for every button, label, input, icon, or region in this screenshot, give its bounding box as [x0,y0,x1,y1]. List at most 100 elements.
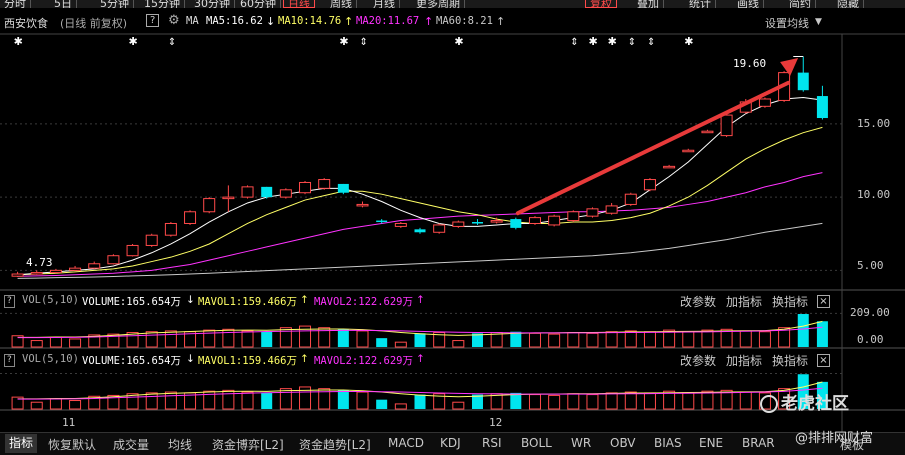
event-marker-icon: ⇕ [628,37,636,48]
vol1-volume-bar [145,331,158,348]
vol1-volume-bar [241,330,254,348]
vol1-volume-bar [682,331,695,348]
vol1-volume-bar [394,341,407,348]
price-tick-10: 10.00 [857,188,891,201]
vol2-volume-bar [279,388,292,410]
vol1-volume-bar [739,330,752,348]
vol1-volume-bar [164,330,177,348]
candle-body [107,255,120,265]
kline-chart[interactable]: ✱ ✱ ✱ ✱ ✱ ✱ ✱ ⇕ ⇕ ⇕ ⇕ ⇕ [0,0,905,432]
candle-body [567,211,580,222]
vol1-volume-bar [548,333,561,348]
candle-body [471,222,483,224]
tab-fund-game[interactable]: 资金博弈[L2] [212,436,284,453]
candle-body [586,208,599,217]
vol1-volume-bar [261,331,273,347]
candle-body [203,198,216,213]
tab-macd[interactable]: MACD [388,436,424,450]
candle-body [184,211,197,224]
vol2-volume-bar [739,391,752,410]
tab-rsi[interactable]: RSI [482,436,502,450]
vol2-volume-bar [624,391,637,410]
watermark-top: 老虎社区 [760,389,849,414]
star-marker-icon: ✱ [129,35,138,48]
vol1-volume-bar [586,332,599,348]
tiger-logo-icon [760,395,778,413]
tab-kdj[interactable]: KDJ [440,436,461,450]
tab-obv[interactable]: OBV [610,436,636,450]
ma20-line [17,172,823,277]
candle-body [126,244,139,257]
month-label-nov: 11 [62,416,76,429]
vol1-volume-bar [510,331,522,347]
watermark-bottom: @排排网财富 [795,431,874,446]
low-price-label: 4.73 [26,256,53,269]
candle-body [356,203,369,207]
candle-body [816,96,828,119]
candle-body [605,205,618,214]
vol2-volume-bar [49,398,62,410]
tab-fund-trend[interactable]: 资金趋势[L2] [299,436,371,453]
star-marker-icon: ✱ [588,35,597,48]
vol2-volume-bar [701,390,714,410]
candle-body [643,179,656,191]
candle-body [663,165,676,169]
vol1-volume-bar [605,331,618,348]
vol1-volume-bar [816,321,828,347]
vol1-volume-bar [643,331,656,348]
vol2-volume-bar [643,392,656,410]
vol1-volume-bar [624,330,637,348]
candle-body [720,114,733,137]
vol2-volume-bar [145,392,158,410]
tab-reset-default[interactable]: 恢复默认 [48,436,96,453]
vol1-volume-bar [376,338,388,347]
indicator-tab-bar: 指标 恢复默认 成交量 均线 资金博弈[L2] 资金趋势[L2] MACD KD… [0,432,905,455]
vol2-volume-bar [337,390,349,409]
tab-boll[interactable]: BOLL [521,436,552,450]
vol2-volume-bar [605,392,618,410]
candle-body [11,273,24,277]
star-marker-icon: ✱ [339,35,348,48]
tab-bias[interactable]: BIAS [654,436,682,450]
vol1-volume-bar [452,340,465,348]
vol2-volume-bar [394,403,407,410]
vol1-volume-bar [567,332,580,348]
vol2-volume-bar [376,399,388,409]
vol2-volume-bar [356,391,369,410]
star-marker-icon: ✱ [608,35,617,48]
vol1-volume-bar [701,329,714,348]
candle-body [279,189,292,198]
vol2-volume-bar [586,394,599,410]
tab-volume[interactable]: 成交量 [113,436,149,453]
candle-body [414,229,426,233]
month-label-dec: 12 [489,416,503,429]
tab-wr[interactable]: WR [571,436,591,450]
vol1-volume-bar [279,327,292,348]
vol1-volume-bar [528,332,541,348]
candle-body [758,98,771,107]
vol-tick-zero: 0.00 [857,333,884,346]
candle-body [69,267,82,271]
tab-brar[interactable]: BRAR [742,436,775,450]
candle-body [433,224,446,233]
tab-ma[interactable]: 均线 [168,436,192,453]
candle-body [318,179,331,189]
vol2-volume-bar [567,393,580,410]
star-marker-icon: ✱ [684,35,693,48]
vol1-volume-bar [758,331,771,348]
candle-body [624,193,637,205]
trend-arrow-line [515,80,791,216]
price-tick-5: 5.00 [857,259,884,272]
tab-ene[interactable]: ENE [699,436,723,450]
vol2-volume-bar [510,392,522,409]
price-tick-15: 15.00 [857,117,891,130]
candle-body [510,219,522,228]
tab-indicator[interactable]: 指标 [5,434,38,453]
vol2-volume-bar [414,394,426,409]
event-marker-icon: ⇕ [647,37,655,48]
candle-body [797,72,809,91]
candle-body [30,272,43,275]
candle-body [145,234,158,246]
vol-tick-top: 209.00 [850,306,890,319]
candle-body [682,149,695,153]
